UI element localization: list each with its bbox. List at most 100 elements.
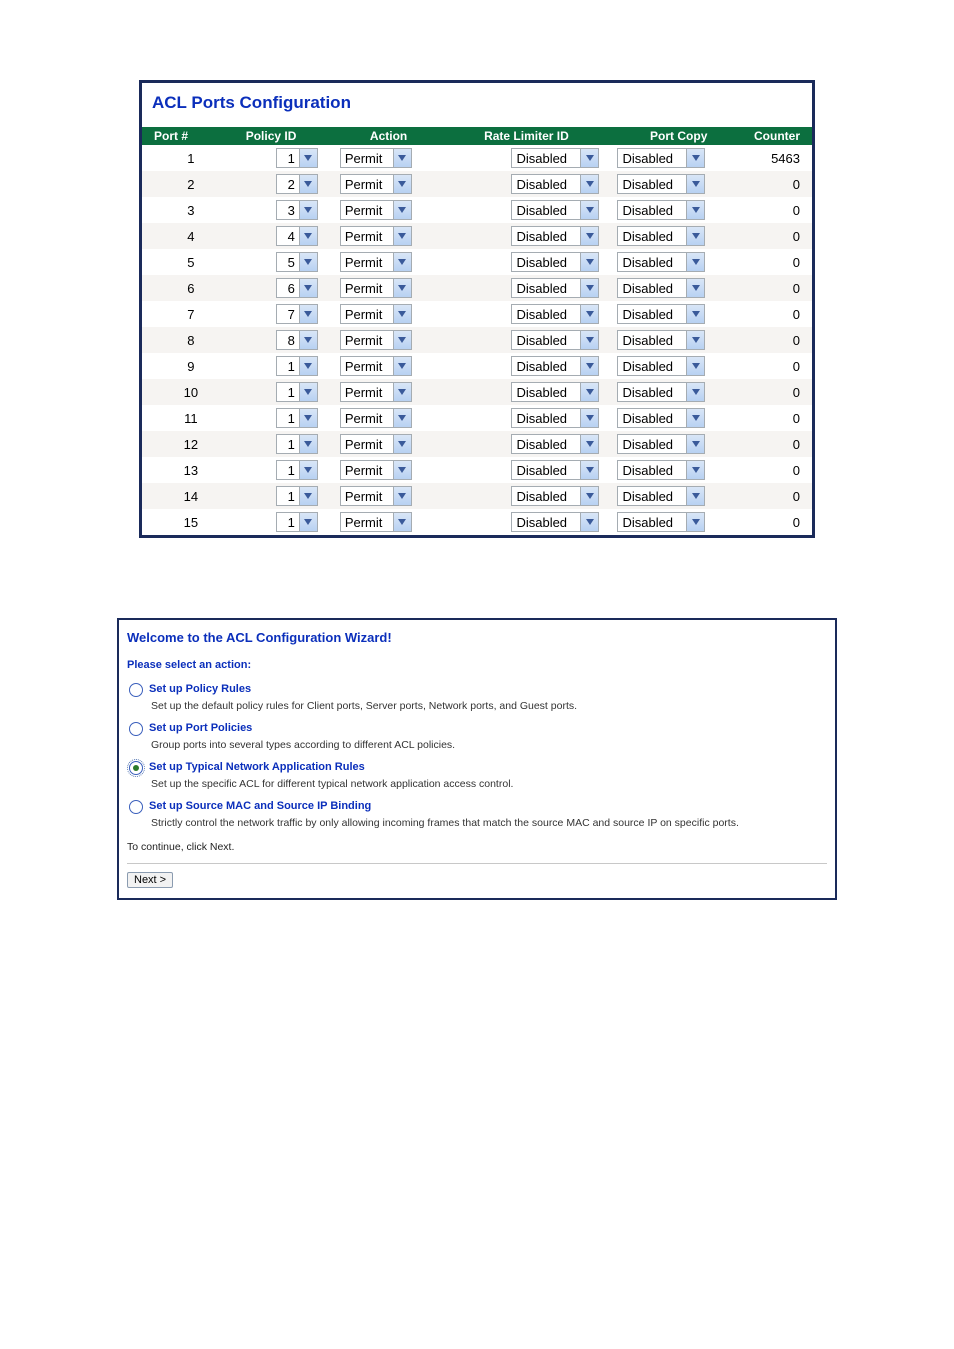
rate-limiter-select[interactable]: Disabled xyxy=(511,278,599,298)
policy-id-select[interactable]: 1 xyxy=(276,408,318,428)
wizard-option: Set up Policy Rules Set up the default po… xyxy=(127,681,827,720)
policy-id-select[interactable]: 1 xyxy=(276,148,318,168)
policy-id-select-value: 3 xyxy=(276,200,299,220)
policy-id-select[interactable]: 6 xyxy=(276,278,318,298)
chevron-down-icon xyxy=(299,226,318,246)
rate-limiter-select-value: Disabled xyxy=(511,148,580,168)
port-copy-select[interactable]: Disabled xyxy=(617,148,705,168)
policy-id-select[interactable]: 1 xyxy=(276,512,318,532)
port-copy-select[interactable]: Disabled xyxy=(617,278,705,298)
policy-id-select[interactable]: 2 xyxy=(276,174,318,194)
wizard-option-label[interactable]: Set up Port Policies xyxy=(149,722,252,734)
policy-id-select[interactable]: 5 xyxy=(276,252,318,272)
chevron-down-icon xyxy=(299,512,318,532)
wizard-option: Set up Source MAC and Source IP BindingS… xyxy=(127,798,827,837)
action-select-value: Permit xyxy=(340,304,393,324)
port-copy-select[interactable]: Disabled xyxy=(617,486,705,506)
policy-id-select[interactable]: 4 xyxy=(276,226,318,246)
chevron-down-icon xyxy=(299,278,318,298)
rate-limiter-select[interactable]: Disabled xyxy=(511,200,599,220)
action-select-value: Permit xyxy=(340,278,393,298)
policy-id-select[interactable]: 8 xyxy=(276,330,318,350)
port-copy-select[interactable]: Disabled xyxy=(617,434,705,454)
col-policy: Policy ID xyxy=(240,127,334,145)
rate-limiter-select[interactable]: Disabled xyxy=(511,330,599,350)
port-number: 12 xyxy=(142,431,240,457)
policy-id-select[interactable]: 7 xyxy=(276,304,318,324)
radio-button[interactable] xyxy=(129,761,143,775)
action-select[interactable]: Permit xyxy=(340,356,412,376)
chevron-down-icon xyxy=(393,460,412,480)
port-copy-select[interactable]: Disabled xyxy=(617,174,705,194)
next-button[interactable]: Next > xyxy=(127,872,173,888)
action-select[interactable]: Permit xyxy=(340,200,412,220)
chevron-down-icon xyxy=(580,148,599,168)
port-copy-select-value: Disabled xyxy=(617,278,686,298)
port-copy-select[interactable]: Disabled xyxy=(617,226,705,246)
wizard-option-label[interactable]: Set up Policy Rules xyxy=(149,683,251,695)
policy-id-select[interactable]: 1 xyxy=(276,434,318,454)
rate-limiter-select[interactable]: Disabled xyxy=(511,382,599,402)
radio-button[interactable] xyxy=(129,800,143,814)
rate-limiter-select[interactable]: Disabled xyxy=(511,512,599,532)
chevron-down-icon xyxy=(686,304,705,324)
port-copy-select-value: Disabled xyxy=(617,174,686,194)
rate-limiter-select[interactable]: Disabled xyxy=(511,148,599,168)
policy-id-select[interactable]: 1 xyxy=(276,460,318,480)
action-select[interactable]: Permit xyxy=(340,148,412,168)
rate-limiter-select[interactable]: Disabled xyxy=(511,408,599,428)
port-copy-select[interactable]: Disabled xyxy=(617,304,705,324)
policy-id-select-value: 5 xyxy=(276,252,299,272)
rate-limiter-select[interactable]: Disabled xyxy=(511,304,599,324)
action-select[interactable]: Permit xyxy=(340,512,412,532)
action-select[interactable]: Permit xyxy=(340,174,412,194)
port-copy-select[interactable]: Disabled xyxy=(617,356,705,376)
port-copy-select[interactable]: Disabled xyxy=(617,330,705,350)
chevron-down-icon xyxy=(580,408,599,428)
port-copy-select[interactable]: Disabled xyxy=(617,252,705,272)
table-row: 44PermitDisabledDisabled0 xyxy=(142,223,812,249)
port-copy-select[interactable]: Disabled xyxy=(617,382,705,402)
policy-id-select[interactable]: 1 xyxy=(276,382,318,402)
rate-limiter-select[interactable]: Disabled xyxy=(511,434,599,454)
counter-value: 0 xyxy=(748,379,812,405)
port-copy-select[interactable]: Disabled xyxy=(617,200,705,220)
wizard-option-desc: Set up the default policy rules for Clie… xyxy=(129,697,827,712)
col-copy: Port Copy xyxy=(609,127,748,145)
port-copy-select-value: Disabled xyxy=(617,304,686,324)
wizard-option-label[interactable]: Set up Typical Network Application Rules xyxy=(149,761,365,773)
table-row: 66PermitDisabledDisabled0 xyxy=(142,275,812,301)
action-select[interactable]: Permit xyxy=(340,278,412,298)
rate-limiter-select[interactable]: Disabled xyxy=(511,174,599,194)
action-select[interactable]: Permit xyxy=(340,330,412,350)
policy-id-select[interactable]: 3 xyxy=(276,200,318,220)
port-copy-select[interactable]: Disabled xyxy=(617,512,705,532)
rate-limiter-select[interactable]: Disabled xyxy=(511,226,599,246)
action-select[interactable]: Permit xyxy=(340,304,412,324)
col-action: Action xyxy=(334,127,444,145)
port-copy-select[interactable]: Disabled xyxy=(617,460,705,480)
action-select[interactable]: Permit xyxy=(340,408,412,428)
action-select[interactable]: Permit xyxy=(340,382,412,402)
action-select[interactable]: Permit xyxy=(340,252,412,272)
chevron-down-icon xyxy=(299,486,318,506)
counter-value: 0 xyxy=(748,483,812,509)
counter-value: 0 xyxy=(748,197,812,223)
radio-button[interactable] xyxy=(129,722,143,736)
chevron-down-icon xyxy=(299,460,318,480)
port-copy-select[interactable]: Disabled xyxy=(617,408,705,428)
policy-id-select[interactable]: 1 xyxy=(276,486,318,506)
action-select[interactable]: Permit xyxy=(340,226,412,246)
rate-limiter-select[interactable]: Disabled xyxy=(511,486,599,506)
policy-id-select[interactable]: 1 xyxy=(276,356,318,376)
rate-limiter-select[interactable]: Disabled xyxy=(511,460,599,480)
radio-button[interactable] xyxy=(129,683,143,697)
wizard-option-label[interactable]: Set up Source MAC and Source IP Binding xyxy=(149,800,371,812)
rate-limiter-select-value: Disabled xyxy=(511,226,580,246)
action-select[interactable]: Permit xyxy=(340,460,412,480)
rate-limiter-select[interactable]: Disabled xyxy=(511,252,599,272)
chevron-down-icon xyxy=(580,486,599,506)
action-select[interactable]: Permit xyxy=(340,486,412,506)
rate-limiter-select[interactable]: Disabled xyxy=(511,356,599,376)
action-select[interactable]: Permit xyxy=(340,434,412,454)
